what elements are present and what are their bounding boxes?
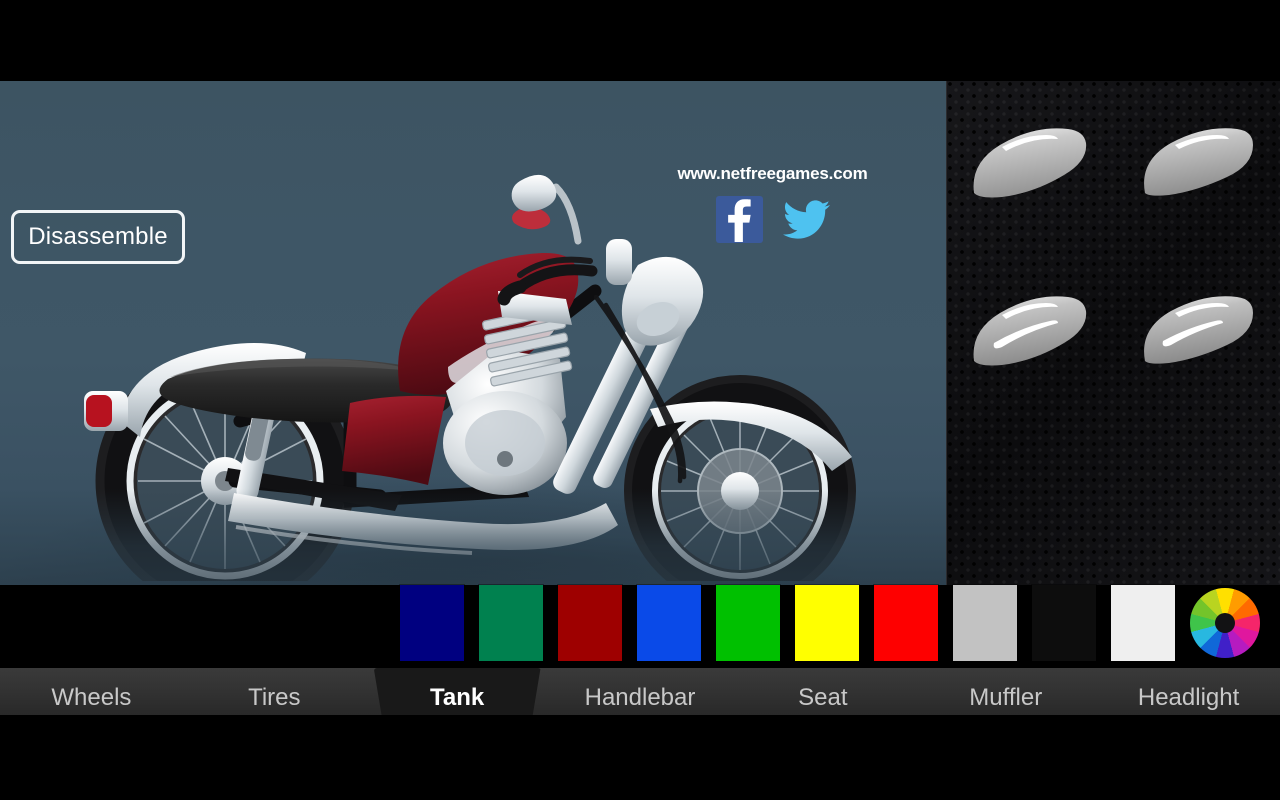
taillight (84, 391, 128, 431)
tab-muffler-label: Muffler (969, 683, 1043, 711)
tab-wheels[interactable]: Wheels (0, 668, 183, 715)
parts-tabbar: Wheels Tires Tank Handlebar Seat Muffler… (0, 667, 1280, 715)
tank-option-4[interactable] (1114, 249, 1280, 417)
facebook-icon[interactable] (715, 196, 763, 243)
swatch-white[interactable] (1111, 585, 1175, 661)
brand-block: www.netfreegames.com (660, 164, 885, 243)
swatch-light-gray[interactable] (953, 585, 1017, 661)
tab-muffler[interactable]: Muffler (914, 668, 1097, 715)
color-wheel-icon[interactable] (1190, 588, 1260, 658)
tab-headlight[interactable]: Headlight (1097, 668, 1280, 715)
swatch-yellow[interactable] (795, 585, 859, 661)
swatch-green[interactable] (716, 585, 780, 661)
parts-empty-cell-1 (947, 417, 1114, 585)
disassemble-button[interactable]: Disassemble (11, 210, 185, 264)
disassemble-label: Disassemble (28, 223, 168, 250)
tab-seat-label: Seat (798, 683, 848, 711)
tab-handlebar[interactable]: Handlebar (549, 668, 732, 715)
tank-option-2[interactable] (1114, 81, 1280, 249)
tab-seat[interactable]: Seat (731, 668, 914, 715)
tab-tires-label: Tires (248, 683, 301, 711)
tank-option-1[interactable] (947, 81, 1114, 249)
swatch-red[interactable] (874, 585, 938, 661)
swatch-green-teal[interactable] (479, 585, 543, 661)
color-wheel-hub (1215, 613, 1235, 633)
tank-option-3[interactable] (947, 249, 1114, 417)
app-root: Disassemble www.netfreegames.com Wheels … (0, 0, 1280, 800)
tab-handlebar-label: Handlebar (584, 683, 696, 711)
letterbox-bottom (0, 715, 1280, 800)
color-swatch-strip (400, 585, 1280, 665)
parts-empty-cell-2 (1114, 417, 1280, 585)
tab-tires[interactable]: Tires (183, 668, 366, 715)
game-frame: Disassemble www.netfreegames.com Wheels … (0, 81, 1280, 715)
swatch-black[interactable] (1032, 585, 1096, 661)
swatch-navy[interactable] (400, 585, 464, 661)
letterbox-top (0, 0, 1280, 81)
swatch-dark-red[interactable] (558, 585, 622, 661)
tab-tank-label: Tank (430, 683, 485, 711)
tab-wheels-label: Wheels (51, 683, 132, 711)
parts-grid (947, 81, 1280, 585)
site-url-text: www.netfreegames.com (677, 164, 868, 183)
twitter-icon[interactable] (782, 196, 830, 243)
social-buttons (660, 196, 885, 243)
parts-panel (946, 81, 1280, 585)
tab-headlight-label: Headlight (1137, 683, 1240, 711)
headlight (621, 256, 704, 346)
swatch-blue[interactable] (637, 585, 701, 661)
tab-tank[interactable]: Tank (366, 668, 549, 715)
bike-preview-stage: Disassemble www.netfreegames.com (0, 81, 946, 585)
